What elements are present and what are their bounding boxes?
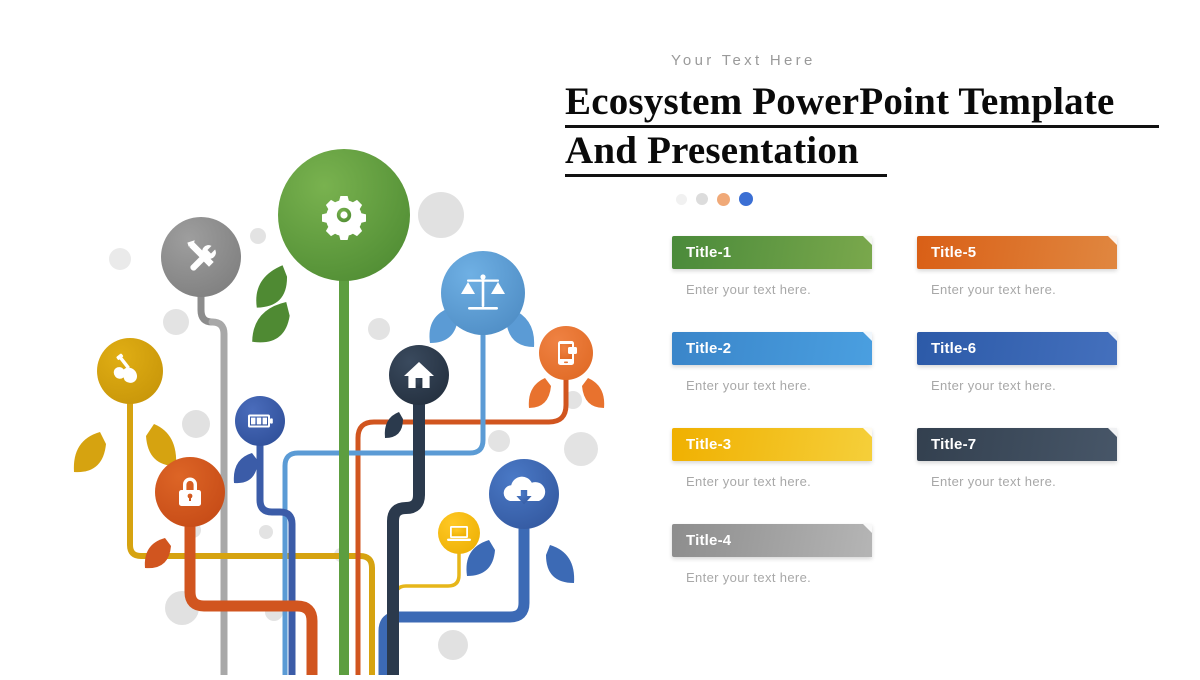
card-bar: Title-7 [917,428,1117,461]
pager-dots [676,192,753,206]
ribbon-fold-corner [1108,428,1117,437]
card-bar: Title-5 [917,236,1117,269]
card-description: Enter your text here. [686,378,812,393]
battery-node[interactable] [235,396,285,446]
slide-canvas: Your Text Here Ecosystem PowerPoint Temp… [0,0,1200,680]
battery-icon [248,414,273,428]
scales-node[interactable] [441,251,525,335]
card-description: Enter your text here. [686,570,812,585]
pager-dot-1[interactable] [676,193,687,205]
page-title-line-2: And Presentation [565,128,1175,177]
card-title: Title-6 [931,340,977,357]
ribbon-fold-corner [863,236,872,245]
card-title: Title-2 [686,340,732,357]
card-bar: Title-6 [917,332,1117,365]
laptop-icon [447,526,471,541]
ribbon-fold-corner [1108,236,1117,245]
home-node[interactable] [389,345,449,405]
stem-home [387,399,425,680]
tree-svg [73,149,605,680]
content-panel: Your Text Here Ecosystem PowerPoint Temp… [565,0,1200,675]
card-title-5[interactable]: Title-5 Enter your text here. [917,236,1117,297]
card-title: Title-7 [931,436,977,453]
eyebrow-text: Your Text Here [671,52,816,69]
page-title: Ecosystem PowerPoint Template And Presen… [565,79,1175,177]
tools-node[interactable] [161,217,241,297]
card-title-7[interactable]: Title-7 Enter your text here. [917,428,1117,489]
pager-dot-4[interactable] [739,192,753,206]
pager-dot-3[interactable] [717,192,730,206]
card-title-1[interactable]: Title-1 Enter your text here. [672,236,872,297]
card-bar: Title-2 [672,332,872,365]
ribbon-fold-corner [863,332,872,341]
page-title-line-1: Ecosystem PowerPoint Template [565,79,1175,128]
card-bar: Title-3 [672,428,872,461]
card-title-2[interactable]: Title-2 Enter your text here. [672,332,872,393]
card-title: Title-5 [931,244,977,261]
card-title: Title-3 [686,436,732,453]
cloud-node[interactable] [489,459,559,529]
card-description: Enter your text here. [931,378,1057,393]
card-description: Enter your text here. [686,474,812,489]
lock-node[interactable] [155,457,225,527]
card-description: Enter your text here. [931,282,1057,297]
card-description: Enter your text here. [931,474,1057,489]
card-description: Enter your text here. [686,282,812,297]
card-title: Title-1 [686,244,732,261]
laptop-node[interactable] [438,512,480,554]
card-title-6[interactable]: Title-6 Enter your text here. [917,332,1117,393]
pager-dot-2[interactable] [696,193,708,205]
card-title: Title-4 [686,532,732,549]
card-title-3[interactable]: Title-3 Enter your text here. [672,428,872,489]
card-bar: Title-4 [672,524,872,557]
card-bar: Title-1 [672,236,872,269]
gear-icon [322,196,366,240]
ribbon-fold-corner [863,524,872,533]
ribbon-fold-corner [1108,332,1117,341]
stem-tools [197,293,216,326]
guitar-node[interactable] [97,338,163,404]
gear-node[interactable] [278,149,410,281]
ecosystem-tree-illustration [0,0,640,680]
ribbon-fold-corner [863,428,872,437]
card-title-4[interactable]: Title-4 Enter your text here. [672,524,872,585]
mobile-node[interactable] [539,326,593,380]
